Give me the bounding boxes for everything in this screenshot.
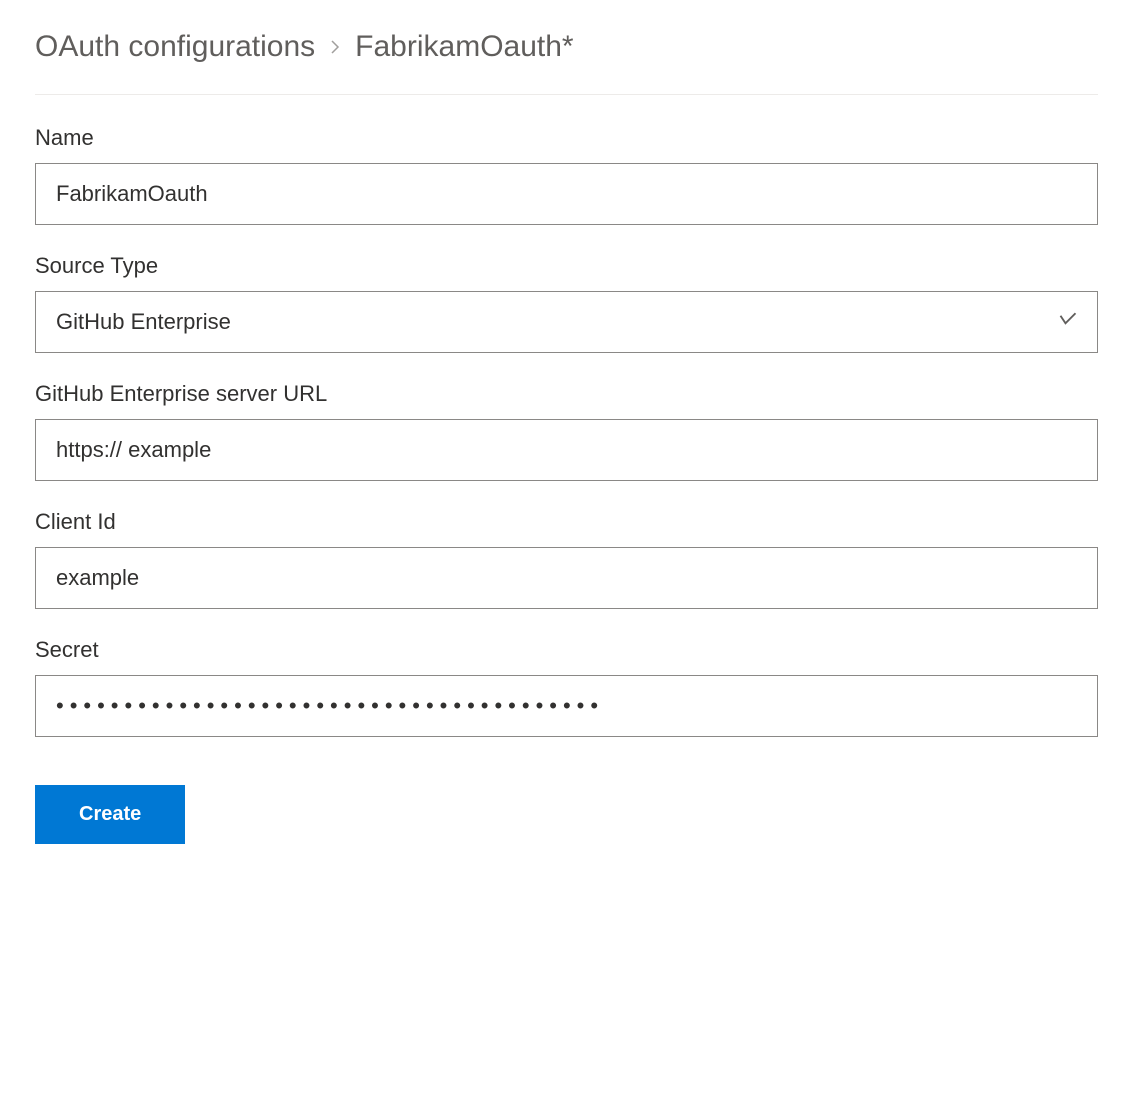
source-type-select[interactable] [35,291,1098,353]
client-id-label: Client Id [35,509,1098,535]
name-label: Name [35,125,1098,151]
secret-label: Secret [35,637,1098,663]
breadcrumb-current: FabrikamOauth* [355,30,573,64]
secret-input[interactable] [35,675,1098,737]
chevron-right-icon [327,39,343,55]
source-type-label: Source Type [35,253,1098,279]
client-id-input[interactable] [35,547,1098,609]
form-group-secret: Secret [35,637,1098,737]
form-group-source-type: Source Type [35,253,1098,353]
server-url-input[interactable] [35,419,1098,481]
form-group-client-id: Client Id [35,509,1098,609]
breadcrumb-parent-link[interactable]: OAuth configurations [35,30,315,64]
server-url-label: GitHub Enterprise server URL [35,381,1098,407]
source-type-value[interactable] [35,291,1098,353]
form-group-server-url: GitHub Enterprise server URL [35,381,1098,481]
breadcrumb: OAuth configurations FabrikamOauth* [35,30,1098,95]
create-button[interactable]: Create [35,785,185,844]
name-input[interactable] [35,163,1098,225]
form-group-name: Name [35,125,1098,225]
